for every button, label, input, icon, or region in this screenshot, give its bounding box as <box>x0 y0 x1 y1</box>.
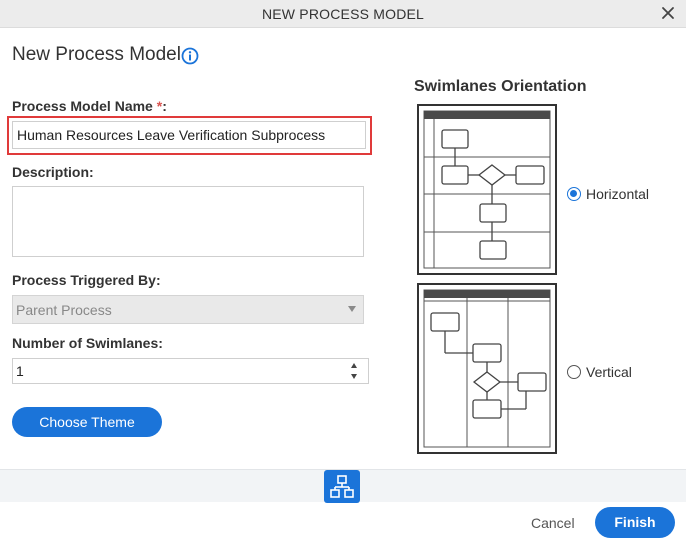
dialog-title: NEW PROCESS MODEL <box>261 6 425 22</box>
process-triggered-select[interactable]: Parent Process <box>12 295 364 324</box>
vertical-radio[interactable] <box>567 365 581 379</box>
description-textarea[interactable] <box>12 186 364 257</box>
process-model-name-input[interactable]: Human Resources Leave Verification Subpr… <box>12 121 366 149</box>
description-label: Description: <box>12 164 94 180</box>
swimlanes-count-label: Number of Swimlanes: <box>12 335 163 351</box>
horizontal-label: Horizontal <box>586 186 650 202</box>
number-stepper[interactable] <box>351 362 359 380</box>
swimlanes-orientation-title: Swimlanes Orientation <box>414 78 587 95</box>
process-triggered-label: Process Triggered By: <box>12 272 161 288</box>
horizontal-radio-option[interactable]: Horizontal <box>567 186 649 202</box>
finish-button[interactable]: Finish <box>595 507 675 538</box>
swimlanes-count-input[interactable]: 1 <box>12 358 369 384</box>
horizontal-swimlane-diagram <box>423 110 551 269</box>
dialog-titlebar: NEW PROCESS MODEL <box>0 0 686 28</box>
cancel-button[interactable]: Cancel <box>531 515 575 531</box>
process-diagram-icon <box>330 475 354 498</box>
stepper-down-icon[interactable] <box>351 374 357 379</box>
vertical-radio-option[interactable]: Vertical <box>567 364 632 380</box>
page-title: New Process Model <box>12 44 181 65</box>
chevron-down-icon <box>348 306 356 312</box>
swimlanes-count-value: 1 <box>16 363 24 379</box>
stepper-up-icon[interactable] <box>351 363 357 368</box>
horizontal-orientation-preview[interactable] <box>417 104 557 275</box>
name-label-suffix: : <box>162 98 167 114</box>
name-label-text: Process Model Name <box>12 98 157 114</box>
close-icon[interactable] <box>659 4 677 22</box>
vertical-orientation-preview[interactable] <box>417 283 557 454</box>
info-icon[interactable] <box>181 47 199 65</box>
process-diagram-button[interactable] <box>324 470 360 503</box>
process-model-name-label: Process Model Name *: <box>12 98 167 114</box>
vertical-swimlane-diagram <box>423 289 551 448</box>
process-triggered-value: Parent Process <box>16 302 112 318</box>
choose-theme-button[interactable]: Choose Theme <box>12 407 162 437</box>
horizontal-radio[interactable] <box>567 187 581 201</box>
vertical-label: Vertical <box>586 364 632 380</box>
